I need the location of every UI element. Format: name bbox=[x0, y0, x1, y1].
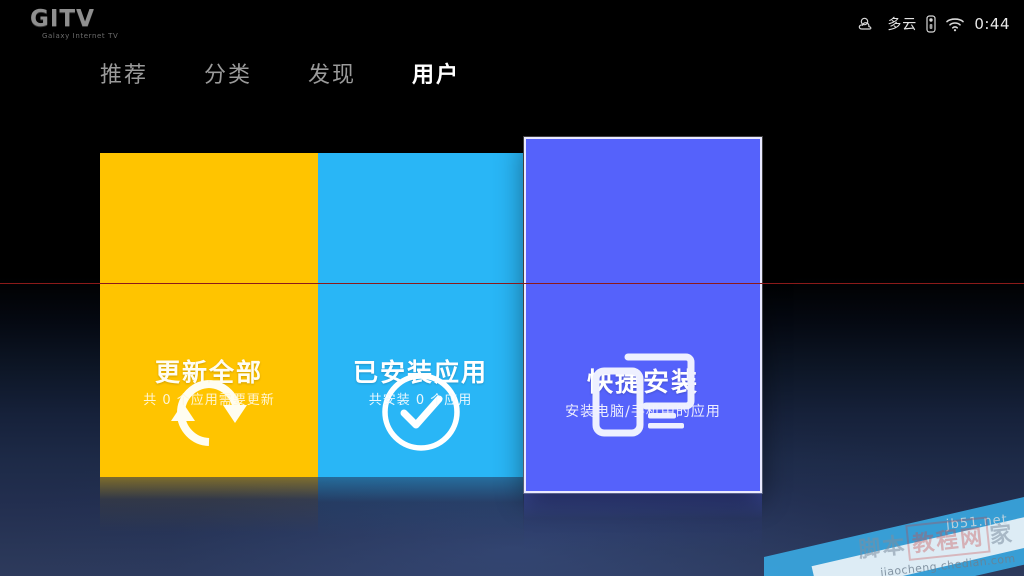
remote-control-icon bbox=[926, 15, 936, 33]
phone-monitor-icon bbox=[526, 351, 760, 437]
tab-recommend[interactable]: 推荐 bbox=[100, 62, 148, 91]
card-subtitle: 共 0 个应用需要更新 bbox=[143, 393, 275, 408]
tab-discover[interactable]: 发现 bbox=[308, 62, 356, 91]
app-logo: GITV Galaxy Internet TV bbox=[30, 8, 118, 40]
weather-text: 多云 bbox=[887, 17, 918, 33]
cloud-icon bbox=[858, 17, 878, 32]
main-nav: 推荐 分类 发现 用户 bbox=[0, 62, 1024, 91]
card-installed-apps[interactable]: 已安装应用 共安装 0 个应用 bbox=[318, 153, 523, 477]
logo-text: GITV bbox=[30, 6, 95, 32]
tab-user[interactable]: 用户 bbox=[412, 62, 460, 91]
check-circle-icon bbox=[318, 371, 523, 453]
tab-category[interactable]: 分类 bbox=[204, 62, 252, 91]
clock-text: 0:44 bbox=[974, 15, 1010, 33]
top-bar: GITV Galaxy Internet TV 多云 0:44 bbox=[0, 0, 1024, 48]
card-quick-install[interactable]: 快捷安装 安装电脑/手机中的应用 bbox=[524, 137, 762, 493]
card-update-all[interactable]: 更新全部 共 0 个应用需要更新 bbox=[100, 153, 318, 477]
status-bar: 多云 0:44 bbox=[858, 8, 1010, 34]
wifi-icon bbox=[945, 16, 965, 32]
tv-home-screen: GITV Galaxy Internet TV 多云 0:44 推荐 分类 发现… bbox=[0, 0, 1024, 576]
logo-subtitle: Galaxy Internet TV bbox=[42, 32, 119, 40]
card-subtitle: 安装电脑/手机中的应用 bbox=[565, 404, 721, 420]
card-subtitle: 共安装 0 个应用 bbox=[368, 393, 473, 408]
refresh-sync-icon bbox=[100, 375, 318, 451]
